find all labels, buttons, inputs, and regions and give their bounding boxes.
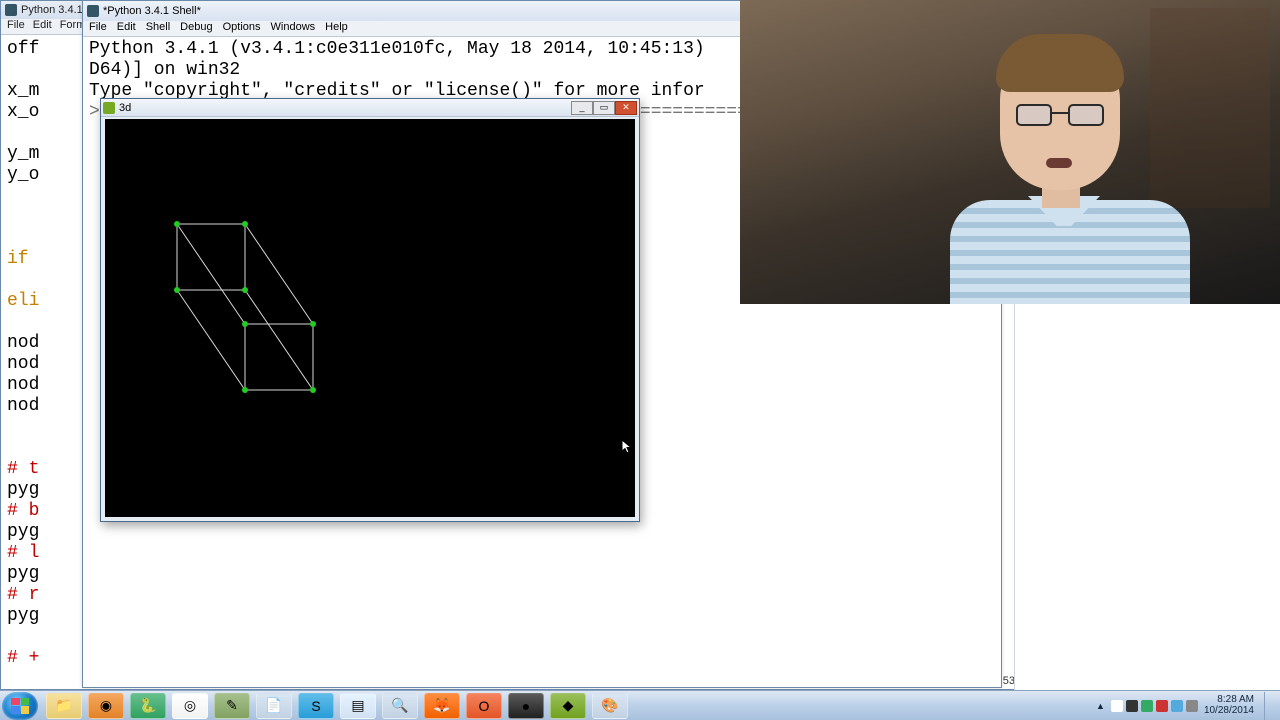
tray-icon[interactable] (1186, 700, 1198, 712)
shell-menu-debug[interactable]: Debug (180, 21, 212, 36)
explorer-icon[interactable]: 📁 (46, 693, 82, 719)
pygame-title: 3d (119, 102, 131, 114)
firefox-icon[interactable]: 🦊 (424, 693, 460, 719)
pygame-canvas[interactable] (105, 119, 635, 517)
pygame-window: 3d _ ▭ ✕ (100, 98, 640, 522)
shell-title: *Python 3.4.1 Shell* (103, 5, 201, 17)
wmp-icon[interactable]: ◉ (88, 693, 124, 719)
gimp-icon[interactable]: ✎ (214, 693, 250, 719)
maximize-button[interactable]: ▭ (593, 101, 615, 115)
paint-icon[interactable]: 🎨 (592, 693, 628, 719)
show-desktop-button[interactable] (1264, 692, 1274, 720)
obs-icon[interactable]: ● (508, 693, 544, 719)
tray-icon[interactable] (1156, 700, 1168, 712)
system-tray[interactable]: ▲ 8:28 AM 10/28/2014 (1096, 692, 1280, 720)
python-icon (5, 4, 17, 16)
tray-icon[interactable] (1126, 700, 1138, 712)
origin-icon[interactable]: O (466, 693, 502, 719)
libre-icon[interactable]: ▤ (340, 693, 376, 719)
webcam-overlay (740, 0, 1280, 304)
taskbar[interactable]: 📁◉🐍◎✎📄S▤🔍🦊O●◆🎨 ▲ 8:28 AM 10/28/2014 (0, 690, 1280, 720)
pygame-titlebar[interactable]: 3d _ ▭ ✕ (101, 99, 639, 117)
taskbar-icons: 📁◉🐍◎✎📄S▤🔍🦊O●◆🎨 (46, 693, 628, 719)
minimize-button[interactable]: _ (571, 101, 593, 115)
tray-icon[interactable] (1141, 700, 1153, 712)
pygame-task-icon[interactable]: ◆ (550, 693, 586, 719)
chrome-icon[interactable]: ◎ (172, 693, 208, 719)
idle-icon[interactable]: 🐍 (130, 693, 166, 719)
right-blank-panel (1014, 304, 1280, 690)
pygame-icon (103, 102, 115, 114)
shell-menu-edit[interactable]: Edit (117, 21, 136, 36)
python-icon (87, 5, 99, 17)
tray-icon[interactable] (1171, 700, 1183, 712)
start-button[interactable] (2, 692, 38, 720)
shell-menu-options[interactable]: Options (223, 21, 261, 36)
shell-menu-file[interactable]: File (89, 21, 107, 36)
tray-icon[interactable] (1111, 700, 1123, 712)
tray-caret-icon[interactable]: ▲ (1096, 701, 1105, 711)
magnifier-icon[interactable]: 🔍 (382, 693, 418, 719)
notepad-icon[interactable]: 📄 (256, 693, 292, 719)
skype-icon[interactable]: S (298, 693, 334, 719)
editor-menu-edit[interactable]: Edit (33, 19, 52, 34)
editor-menu-file[interactable]: File (7, 19, 25, 34)
shell-menu-shell[interactable]: Shell (146, 21, 170, 36)
shell-menu-help[interactable]: Help (325, 21, 348, 36)
close-button[interactable]: ✕ (615, 101, 637, 115)
shell-menu-windows[interactable]: Windows (271, 21, 316, 36)
taskbar-clock[interactable]: 8:28 AM 10/28/2014 (1204, 695, 1254, 716)
